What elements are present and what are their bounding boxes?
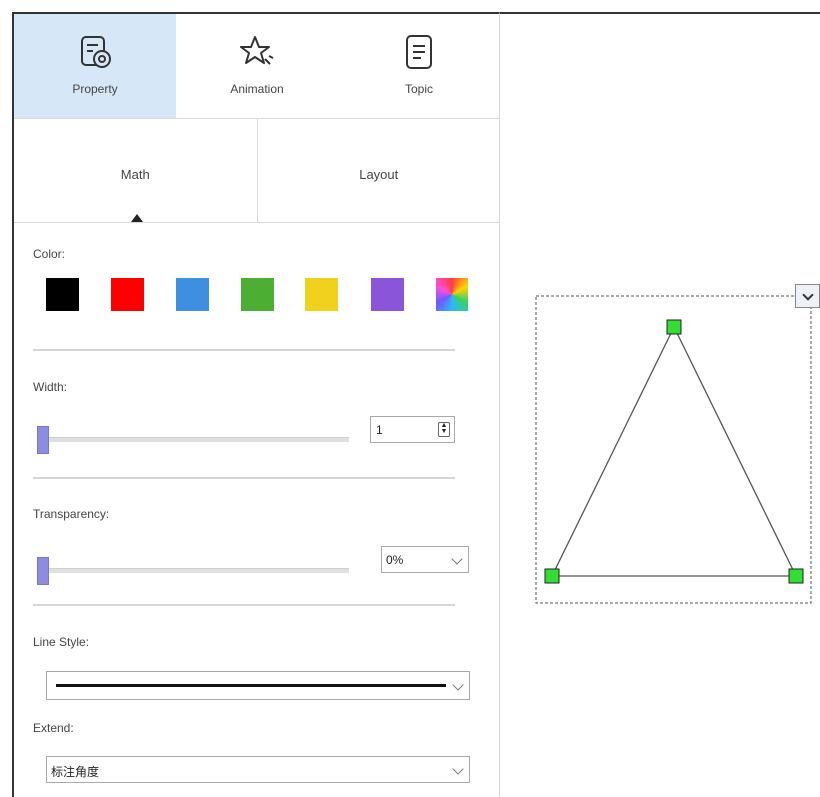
shape-options-button[interactable] bbox=[795, 284, 820, 308]
vertex-handle-right[interactable] bbox=[788, 568, 804, 584]
vertex-handle-left[interactable] bbox=[544, 568, 560, 584]
vertex-handle-top[interactable] bbox=[666, 319, 682, 335]
chevron-down-icon bbox=[802, 289, 814, 301]
triangle-shape[interactable] bbox=[550, 325, 798, 577]
selection-box bbox=[535, 295, 812, 604]
canvas-shape-layer bbox=[535, 295, 812, 604]
